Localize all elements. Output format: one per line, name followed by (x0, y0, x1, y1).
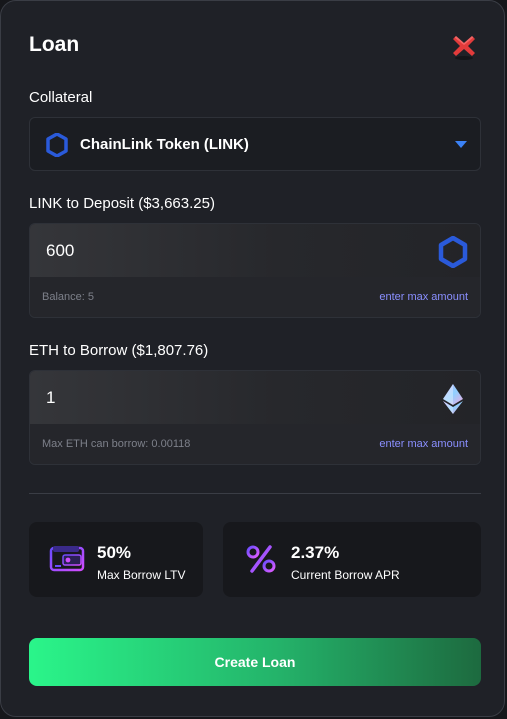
create-loan-button[interactable]: Create Loan (29, 638, 481, 686)
stat-card-apr: 2.37% Current Borrow APR (223, 522, 481, 597)
deposit-balance-text: Balance: 5 (42, 291, 94, 303)
borrow-amount-input[interactable]: 1 (46, 388, 55, 408)
deposit-input-row: 600 (30, 224, 480, 279)
stat-label-apr: Current Borrow APR (291, 568, 400, 582)
borrow-input-row: 1 (30, 371, 480, 426)
wallet-icon (49, 546, 85, 572)
loan-modal: Loan Collateral ChainLink Token (LINK) L… (0, 0, 505, 717)
borrow-label: ETH to Borrow ($1,807.76) (29, 342, 209, 359)
chainlink-icon (46, 133, 68, 157)
chainlink-icon (438, 236, 468, 268)
collateral-selected-value: ChainLink Token (LINK) (80, 136, 249, 153)
deposit-input-group: 600 Balance: 5 enter max amount (29, 223, 481, 318)
collateral-select[interactable]: ChainLink Token (LINK) (29, 117, 481, 171)
collateral-label: Collateral (29, 89, 93, 106)
deposit-max-amount-link[interactable]: enter max amount (379, 291, 468, 303)
borrow-max-amount-link[interactable]: enter max amount (379, 438, 468, 450)
borrow-hint-row: Max ETH can borrow: 0.00118 enter max am… (30, 424, 480, 464)
percent-icon (246, 545, 276, 573)
chevron-down-icon (455, 141, 467, 148)
deposit-label: LINK to Deposit ($3,663.25) (29, 195, 215, 212)
borrow-input-group: 1 Max ETH can borrow: 0.00118 enter max … (29, 370, 481, 465)
modal-title: Loan (29, 33, 80, 56)
deposit-hint-row: Balance: 5 enter max amount (30, 277, 480, 317)
borrow-max-text: Max ETH can borrow: 0.00118 (42, 438, 191, 450)
deposit-amount-input[interactable]: 600 (46, 241, 74, 261)
section-divider (29, 493, 481, 494)
ethereum-icon (443, 384, 463, 414)
stat-value-ltv: 50% (97, 543, 132, 562)
stat-label-ltv: Max Borrow LTV (97, 568, 186, 582)
stat-card-ltv: 50% Max Borrow LTV (29, 522, 203, 597)
stat-value-apr: 2.37% (291, 543, 340, 562)
close-x-icon (453, 36, 475, 60)
close-button[interactable] (449, 31, 479, 61)
